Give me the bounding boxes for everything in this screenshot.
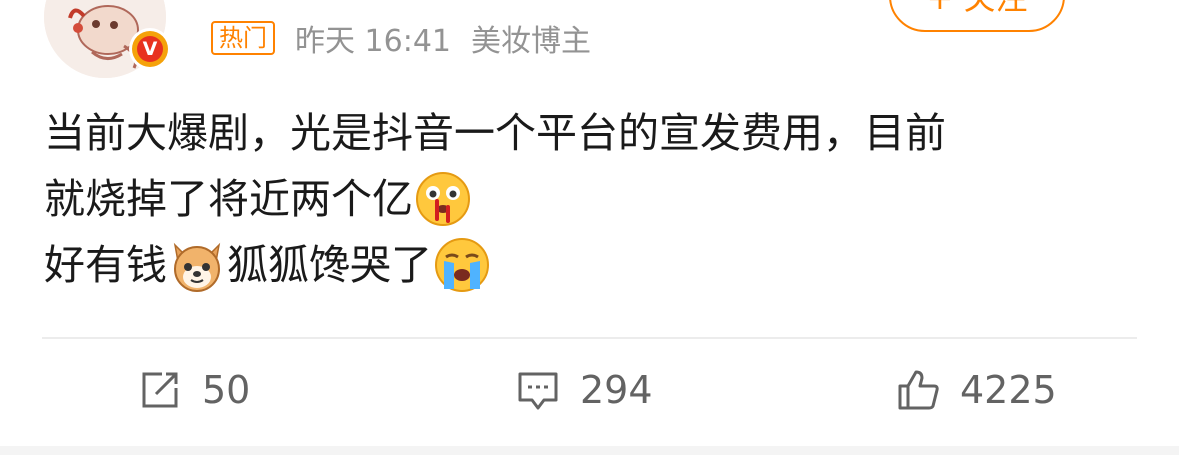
post-line-1: 当前大爆剧，光是抖音一个平台的宣发费用，目前 [44,109,946,157]
thumbs-up-icon [898,370,939,410]
post-meta: 热门 昨天 16:41 美妆博主 [211,18,611,59]
like-button[interactable]: 4225 [896,362,1057,418]
corgi-dog-emoji-icon [169,237,225,293]
post-line-2: 就烧掉了将近两个亿 [44,166,1144,232]
nosebleed-emoji-icon [415,171,471,227]
section-separator [0,446,1179,455]
hot-tag: 热门 [211,21,275,55]
repost-icon [142,372,178,408]
action-bar: 50 294 4225 [0,362,1179,418]
follow-button[interactable]: + 关注 [889,0,1065,32]
actions-divider [42,337,1137,339]
repost-count: 50 [202,368,251,412]
post-time: 昨天 16:41 [295,24,451,59]
verified-badge-icon: V [129,28,171,70]
post-line-3: 好有钱 狐狐馋哭了 [44,232,1144,298]
comment-count: 294 [580,368,653,412]
user-category: 美妆博主 [471,24,591,59]
comment-button[interactable]: 294 [516,362,653,418]
post-content: 当前大爆剧，光是抖音一个平台的宣发费用，目前 就烧掉了将近两个亿 好有钱 狐狐馋… [44,100,1144,298]
crying-emoji-icon [434,237,490,293]
comment-icon [518,372,558,410]
repost-button[interactable]: 50 [138,362,250,418]
like-count: 4225 [960,368,1057,412]
